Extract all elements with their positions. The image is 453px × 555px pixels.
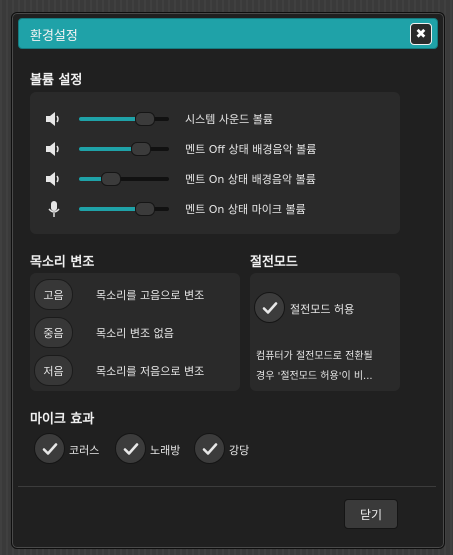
voice-heading: 목소리 변조 xyxy=(30,255,95,270)
microphone-icon xyxy=(48,201,60,217)
chorus-checkbox[interactable] xyxy=(34,433,65,464)
ment-off-bgm-volume-slider[interactable] xyxy=(79,142,169,156)
ment-off-bgm-volume-label: 멘트 Off 상태 배경음악 볼륨 xyxy=(185,143,317,156)
speaker-icon xyxy=(46,142,59,156)
hall-checkbox[interactable] xyxy=(194,433,225,464)
system-volume-label: 시스템 사운드 볼륨 xyxy=(185,113,273,126)
checkmark-icon xyxy=(262,301,277,314)
power-description-line: 경우 '절전모드 허용'이 비... xyxy=(256,371,373,382)
chorus-label: 코러스 xyxy=(69,444,100,457)
checkmark-icon xyxy=(42,442,57,455)
close-icon[interactable]: ✖ xyxy=(410,23,432,45)
voice-option-high: 고음 목소리를 고음으로 변조 xyxy=(30,277,240,311)
hall-label: 강당 xyxy=(229,444,250,457)
power-panel: 절전모드 허용 컴퓨터가 절전모드로 전환될 경우 '절전모드 허용'이 비..… xyxy=(250,273,400,391)
low-pitch-button[interactable]: 저음 xyxy=(34,355,73,386)
speaker-icon xyxy=(46,172,59,186)
voice-panel: 고음 목소리를 고음으로 변조 중음 목소리 변조 없음 저음 목소리를 저음으… xyxy=(30,273,240,391)
system-volume-slider[interactable] xyxy=(79,112,169,126)
slider-thumb[interactable] xyxy=(131,142,152,156)
ment-on-bgm-volume-slider[interactable] xyxy=(79,172,169,186)
volume-row-mic: 멘트 On 상태 마이크 볼륨 xyxy=(30,193,400,223)
voice-option-label: 목소리 변조 없음 xyxy=(96,327,174,340)
mic-heading: 마이크 효과 xyxy=(30,412,95,427)
volume-heading: 볼륨 설정 xyxy=(30,73,83,88)
ment-on-mic-volume-slider[interactable] xyxy=(79,202,169,216)
speaker-icon xyxy=(46,112,59,126)
slider-thumb[interactable] xyxy=(134,202,155,216)
volume-panel: 시스템 사운드 볼륨 멘트 Off 상태 배경음악 볼륨 멘트 On 상태 배경… xyxy=(30,92,400,234)
ment-on-mic-volume-label: 멘트 On 상태 마이크 볼륨 xyxy=(185,203,306,216)
voice-option-label: 목소리를 고음으로 변조 xyxy=(96,289,205,302)
power-heading: 절전모드 xyxy=(250,255,298,270)
close-button[interactable]: 닫기 xyxy=(344,499,398,529)
settings-dialog: 환경설정 ✖ 볼륨 설정 시스템 사운드 볼륨 멘트 Off 상태 배경음악 볼… xyxy=(11,12,445,549)
volume-row-ment-on: 멘트 On 상태 배경음악 볼륨 xyxy=(30,163,400,193)
power-description-line: 컴퓨터가 절전모드로 전환될 xyxy=(256,351,373,362)
power-save-checkbox[interactable] xyxy=(254,292,285,323)
slider-thumb[interactable] xyxy=(134,112,155,126)
footer-divider xyxy=(18,486,436,487)
slider-thumb[interactable] xyxy=(100,172,121,186)
ment-on-bgm-volume-label: 멘트 On 상태 배경음악 볼륨 xyxy=(185,173,316,186)
voice-option-mid: 중음 목소리 변조 없음 xyxy=(30,315,240,349)
voice-option-label: 목소리를 저음으로 변조 xyxy=(96,365,205,378)
karaoke-checkbox[interactable] xyxy=(115,433,146,464)
checkmark-icon xyxy=(123,442,138,455)
karaoke-label: 노래방 xyxy=(150,444,181,457)
title-bar: 환경설정 ✖ xyxy=(18,18,438,49)
volume-row-ment-off: 멘트 Off 상태 배경음악 볼륨 xyxy=(30,133,400,163)
voice-option-low: 저음 목소리를 저음으로 변조 xyxy=(30,353,240,387)
power-save-label: 절전모드 허용 xyxy=(290,303,355,316)
mid-pitch-button[interactable]: 중음 xyxy=(34,317,73,348)
power-description: 컴퓨터가 절전모드로 전환될 경우 '절전모드 허용'이 비... xyxy=(256,347,391,387)
dialog-title: 환경설정 xyxy=(30,29,78,44)
volume-row-system: 시스템 사운드 볼륨 xyxy=(30,103,400,133)
checkmark-icon xyxy=(202,442,217,455)
high-pitch-button[interactable]: 고음 xyxy=(34,279,73,310)
